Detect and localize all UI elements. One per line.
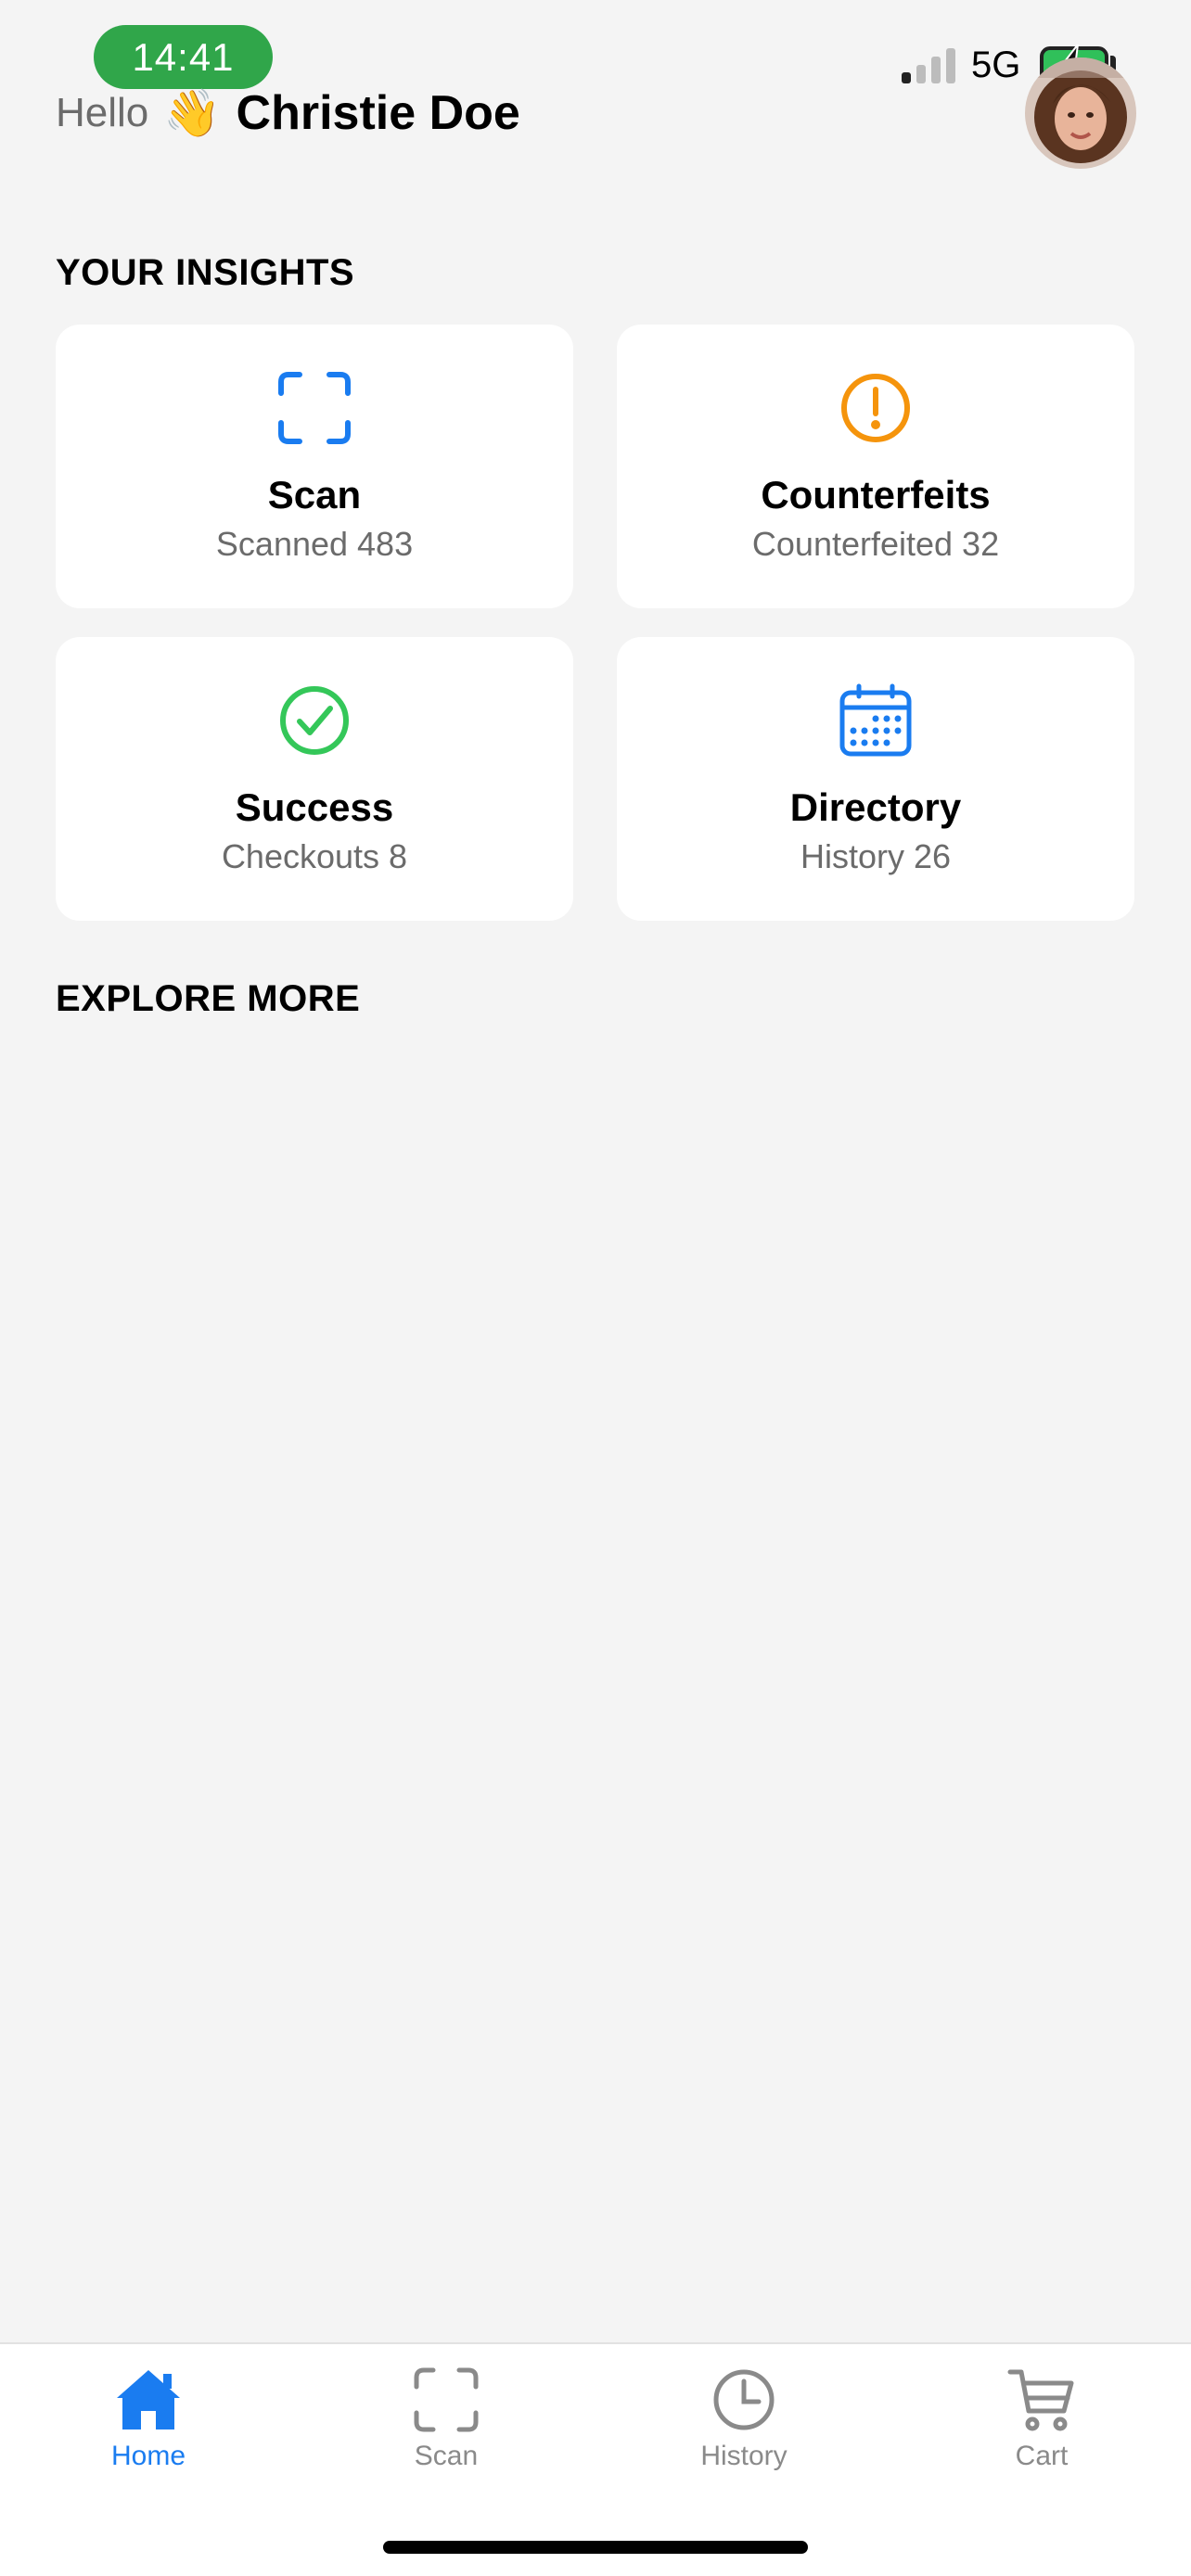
clock-icon (713, 2369, 775, 2430)
tab-label: Cart (1015, 2441, 1069, 2471)
card-subtitle: Scanned 483 (215, 525, 414, 563)
checkmark-circle-icon (280, 686, 349, 755)
exclamation-circle-icon (841, 374, 910, 442)
tab-label: Home (110, 2441, 186, 2471)
card-title: Scan (267, 473, 362, 516)
tab-scan[interactable]: Scan (353, 2365, 539, 2485)
insights-title: YOUR INSIGHTS (56, 252, 355, 293)
scan-icon (414, 2367, 479, 2432)
tab-label: Scan (414, 2441, 479, 2471)
avatar[interactable] (1025, 57, 1136, 169)
explore-title: EXPLORE MORE (56, 978, 361, 1019)
network-type: 5G (971, 45, 1021, 85)
home-indicator (383, 2541, 808, 2554)
tab-home[interactable]: Home (56, 2365, 241, 2485)
calendar-icon (839, 683, 912, 757)
card-subtitle: History 26 (800, 837, 952, 875)
cellular-signal-icon (902, 48, 955, 83)
waving-hand-emoji: 👋 (163, 86, 222, 139)
tab-history[interactable]: History (651, 2365, 837, 2485)
card-subtitle: Checkouts 8 (221, 837, 408, 875)
user-name: Christie Doe (236, 86, 520, 140)
card-title: Directory (789, 785, 962, 829)
cart-icon (1007, 2369, 1074, 2431)
tab-label: History (700, 2441, 788, 2471)
house-icon (117, 2370, 180, 2429)
home-screen: 14:41 5G Hello 👋 Christie Doe YOUR INSIG… (0, 0, 1191, 2576)
card-title: Counterfeits (761, 473, 991, 516)
avatar-photo (1025, 57, 1136, 169)
scan-icon (278, 372, 351, 444)
insight-card-success[interactable]: Success Checkouts 8 (56, 637, 573, 921)
tab-cart[interactable]: Cart (949, 2365, 1134, 2485)
status-time: 14:41 (94, 25, 273, 89)
insight-card-directory[interactable]: Directory History 26 (617, 637, 1134, 921)
insight-card-scan[interactable]: Scan Scanned 483 (56, 325, 573, 608)
card-subtitle: Counterfeited 32 (751, 525, 1000, 563)
greeting: Hello 👋 Christie Doe (56, 85, 520, 141)
card-title: Success (235, 785, 394, 829)
hello-text: Hello (56, 90, 149, 135)
insight-card-counterfeits[interactable]: Counterfeits Counterfeited 32 (617, 325, 1134, 608)
